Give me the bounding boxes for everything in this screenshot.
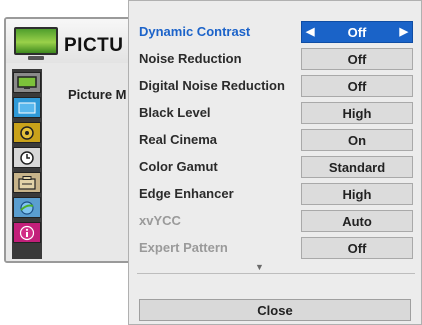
close-button[interactable]: Close: [139, 299, 411, 321]
info-icon[interactable]: [13, 222, 41, 243]
option-value[interactable]: On: [301, 129, 413, 151]
option-value[interactable]: High: [301, 102, 413, 124]
tv-picture-icon: [14, 27, 58, 60]
advanced-picture-submenu: Dynamic Contrast ◀ Off ▶ Noise Reduction…: [128, 0, 422, 325]
option-row-noise-reduction[interactable]: Noise Reduction Off: [137, 47, 415, 73]
option-row-dynamic-contrast[interactable]: Dynamic Contrast ◀ Off ▶: [137, 20, 415, 46]
option-row-black-level[interactable]: Black Level High: [137, 101, 415, 127]
network-icon[interactable]: [13, 197, 41, 218]
option-row-edge-enhancer[interactable]: Edge Enhancer High: [137, 182, 415, 208]
option-label: Real Cinema: [139, 132, 218, 147]
screen-icon[interactable]: [13, 97, 41, 118]
option-label: Black Level: [139, 105, 211, 120]
menu-body: Picture M: [6, 63, 136, 261]
divider: [137, 273, 415, 274]
menu-title: PICTU: [64, 35, 124, 56]
option-value-selector[interactable]: ◀ Off ▶: [301, 21, 413, 43]
option-label: xvYCC: [139, 213, 181, 228]
option-row-expert-pattern: Expert Pattern Off: [137, 236, 415, 262]
option-label: Edge Enhancer: [139, 186, 234, 201]
option-row-xvycc: xvYCC Auto: [137, 209, 415, 235]
audio-icon[interactable]: [13, 122, 41, 143]
option-label: Noise Reduction: [139, 51, 242, 66]
picture-icon[interactable]: [13, 72, 41, 93]
option-value[interactable]: Off: [301, 75, 413, 97]
option-label: Dynamic Contrast: [139, 24, 251, 39]
picture-menu: PICTU Picture M: [4, 17, 138, 263]
option-icon[interactable]: [13, 172, 41, 193]
time-icon[interactable]: [13, 147, 41, 168]
option-value: Off: [301, 237, 413, 259]
option-row-real-cinema[interactable]: Real Cinema On: [137, 128, 415, 154]
right-arrow-icon[interactable]: ▶: [400, 25, 408, 38]
option-value[interactable]: Standard: [301, 156, 413, 178]
left-arrow-icon[interactable]: ◀: [306, 25, 314, 38]
option-value: Auto: [301, 210, 413, 232]
option-value: Off: [347, 24, 367, 40]
option-row-color-gamut[interactable]: Color Gamut Standard: [137, 155, 415, 181]
option-value[interactable]: High: [301, 183, 413, 205]
category-icon-column: [12, 69, 42, 259]
option-value[interactable]: Off: [301, 48, 413, 70]
option-label: Expert Pattern: [139, 240, 228, 255]
menu-header: PICTU: [6, 19, 136, 63]
option-label: Digital Noise Reduction: [139, 78, 285, 93]
scroll-down-icon[interactable]: ▼: [255, 262, 264, 272]
option-label: Color Gamut: [139, 159, 218, 174]
option-row-digital-noise-reduction[interactable]: Digital Noise Reduction Off: [137, 74, 415, 100]
picture-mode-label[interactable]: Picture M: [68, 87, 127, 102]
